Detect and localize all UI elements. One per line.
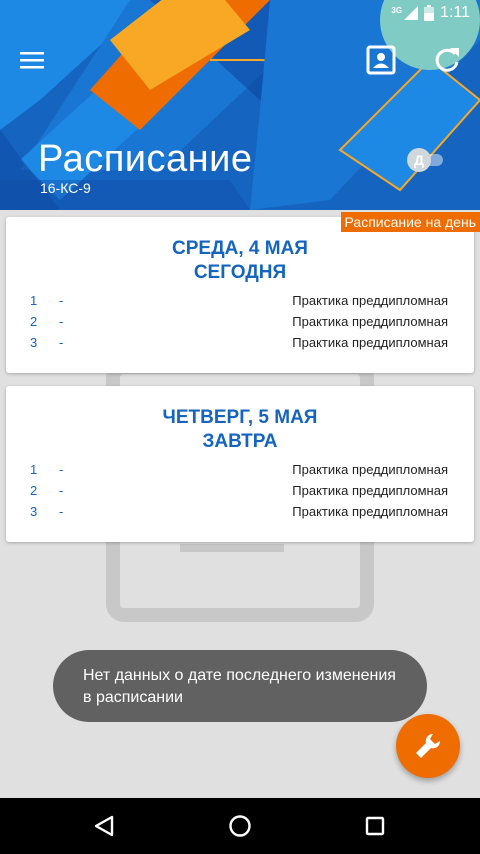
lesson-time: - bbox=[59, 293, 64, 308]
lesson-time: - bbox=[59, 483, 64, 498]
lesson-row: 3 - Практика преддипломная bbox=[6, 504, 474, 525]
battery-icon bbox=[424, 5, 435, 21]
home-button[interactable] bbox=[224, 810, 256, 842]
status-time: 1:11 bbox=[440, 4, 470, 21]
toast-message: Нет данных о дате последнего изменения в… bbox=[53, 650, 427, 722]
menu-button[interactable] bbox=[14, 42, 50, 78]
back-icon bbox=[94, 815, 114, 837]
lesson-name: Практика преддипломная bbox=[292, 483, 448, 498]
lesson-time: - bbox=[59, 462, 64, 477]
lesson-number: 2 bbox=[30, 314, 38, 329]
lesson-number: 3 bbox=[30, 504, 38, 519]
contact-button[interactable] bbox=[363, 42, 399, 78]
settings-fab[interactable] bbox=[396, 714, 460, 778]
group-name: 16-КС-9 bbox=[40, 180, 91, 196]
lesson-time: - bbox=[59, 314, 64, 329]
home-icon bbox=[229, 815, 251, 837]
recents-button[interactable] bbox=[359, 810, 391, 842]
day-card-today: СРЕДА, 4 МАЯ СЕГОДНЯ 1 - Практика предди… bbox=[6, 217, 474, 373]
lesson-time: - bbox=[59, 504, 64, 519]
day-relative: ЗАВТРА bbox=[202, 431, 278, 452]
page-title: Расписание bbox=[38, 138, 253, 180]
lesson-time: - bbox=[59, 335, 64, 350]
lesson-number: 2 bbox=[30, 483, 38, 498]
refresh-button[interactable] bbox=[429, 42, 465, 78]
contact-icon bbox=[366, 45, 396, 75]
lesson-number: 1 bbox=[30, 293, 38, 308]
day-card-tomorrow: ЧЕТВЕРГ, 5 МАЯ ЗАВТРА 1 - Практика предд… bbox=[6, 386, 474, 542]
day-date: ЧЕТВЕРГ, 5 МАЯ bbox=[162, 407, 318, 428]
refresh-icon bbox=[435, 48, 459, 72]
day-card-header: ЧЕТВЕРГ, 5 МАЯ ЗАВТРА bbox=[6, 386, 474, 454]
network-type: 3G bbox=[391, 5, 403, 15]
status-bar: 3G 1:11 bbox=[0, 0, 480, 30]
toggle-thumb: Д bbox=[407, 148, 431, 172]
day-date: СРЕДА, 4 МАЯ bbox=[172, 238, 308, 259]
signal-icon bbox=[404, 6, 419, 20]
lesson-number: 3 bbox=[30, 335, 38, 350]
menu-icon bbox=[20, 52, 44, 69]
back-button[interactable] bbox=[88, 810, 120, 842]
wrench-icon bbox=[416, 733, 441, 758]
lesson-name: Практика преддипломная bbox=[292, 462, 448, 477]
lesson-row: 2 - Практика преддипломная bbox=[6, 483, 474, 504]
lesson-name: Практика преддипломная bbox=[292, 314, 448, 329]
lesson-number: 1 bbox=[30, 462, 38, 477]
day-mode-toggle[interactable]: Д bbox=[407, 148, 443, 172]
lesson-name: Практика преддипломная bbox=[292, 504, 448, 519]
lesson-row: 1 - Практика преддипломная bbox=[6, 293, 474, 314]
lesson-name: Практика преддипломная bbox=[292, 293, 448, 308]
app-header: 3G 1:11 Расписание 16-КС-9 Д bbox=[0, 0, 480, 210]
system-nav-bar bbox=[0, 798, 480, 854]
lesson-row: 3 - Практика преддипломная bbox=[6, 335, 474, 356]
lesson-name: Практика преддипломная bbox=[292, 335, 448, 350]
lesson-row: 1 - Практика преддипломная bbox=[6, 462, 474, 483]
day-relative: СЕГОДНЯ bbox=[193, 262, 287, 283]
lesson-row: 2 - Практика преддипломная bbox=[6, 314, 474, 335]
day-schedule-tag: Расписание на день bbox=[340, 212, 480, 232]
recents-icon bbox=[365, 816, 385, 836]
